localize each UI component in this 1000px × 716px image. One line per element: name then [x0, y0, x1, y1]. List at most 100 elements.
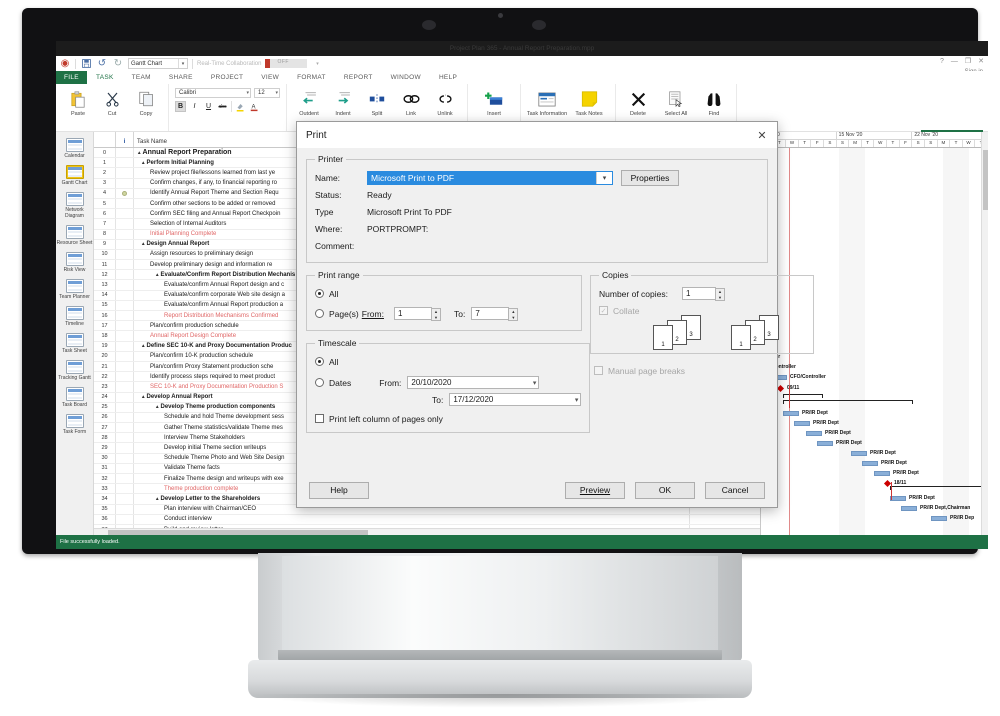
gantt-task-bar[interactable]	[817, 441, 833, 446]
gantt-task-bar[interactable]	[931, 516, 947, 521]
row-indicator-cell[interactable]	[116, 433, 134, 443]
row-id-cell[interactable]: 8	[94, 229, 116, 239]
chevron-down-icon[interactable]: ▾	[533, 379, 537, 387]
paste-button[interactable]: Paste	[61, 86, 95, 118]
insert-button[interactable]: Insert ▾	[473, 86, 515, 126]
row-indicator-cell[interactable]	[116, 260, 134, 270]
row-indicator-cell[interactable]	[116, 219, 134, 229]
collapse-toggle-icon[interactable]: ▴	[142, 241, 145, 247]
row-id-cell[interactable]: 27	[94, 423, 116, 433]
print-range-all-row[interactable]: All	[315, 285, 573, 302]
radio-print-range-all[interactable]	[315, 289, 324, 298]
row-indicator-cell[interactable]	[116, 168, 134, 178]
chevron-down-icon[interactable]: ▾	[246, 90, 249, 96]
copies-number-spinner[interactable]: ▲ ▼	[714, 288, 725, 301]
close-button[interactable]: ✕	[978, 57, 984, 65]
row-id-cell[interactable]: 7	[94, 219, 116, 229]
tab-window[interactable]: WINDOW	[382, 71, 430, 84]
row-id-cell[interactable]: 29	[94, 443, 116, 453]
column-header-indicators[interactable]: i	[116, 132, 134, 147]
row-indicator-cell[interactable]	[116, 351, 134, 361]
row-id-cell[interactable]: 32	[94, 474, 116, 484]
row-indicator-cell[interactable]	[116, 514, 134, 524]
row-indicator-cell[interactable]	[116, 423, 134, 433]
row-id-cell[interactable]: 16	[94, 311, 116, 321]
row-id-cell[interactable]: 31	[94, 463, 116, 473]
row-id-cell[interactable]: 4	[94, 188, 116, 198]
copy-button[interactable]: Copy	[129, 86, 163, 118]
page-from-input[interactable]: 1 ▲ ▼	[393, 307, 441, 321]
cancel-button[interactable]: Cancel	[705, 481, 765, 499]
row-id-cell[interactable]: 3	[94, 178, 116, 188]
row-indicator-cell[interactable]	[116, 178, 134, 188]
row-indicator-cell[interactable]	[116, 280, 134, 290]
radio-print-range-pages[interactable]	[315, 309, 324, 318]
collapse-toggle-icon[interactable]: ▴	[142, 343, 145, 349]
row-id-cell[interactable]: 13	[94, 280, 116, 290]
collapse-toggle-icon[interactable]: ▴	[142, 160, 145, 166]
task-information-button[interactable]: Task Information	[526, 86, 568, 118]
row-indicator-cell[interactable]	[116, 382, 134, 392]
chevron-down-icon[interactable]: ▾	[275, 90, 278, 96]
row-indicator-cell[interactable]	[116, 321, 134, 331]
row-indicator-cell[interactable]	[116, 239, 134, 249]
qat-more-icon[interactable]: ▾	[311, 58, 323, 70]
row-id-cell[interactable]: 23	[94, 382, 116, 392]
italic-button[interactable]: I	[189, 101, 200, 112]
row-indicator-cell[interactable]	[116, 249, 134, 260]
row-indicator-cell[interactable]	[116, 372, 134, 382]
row-id-cell[interactable]: 26	[94, 412, 116, 423]
font-color-button[interactable]: A	[249, 101, 260, 112]
row-indicator-cell[interactable]	[116, 290, 134, 300]
row-id-cell[interactable]: 35	[94, 504, 116, 514]
row-id-cell[interactable]: 21	[94, 361, 116, 372]
find-button[interactable]: Find ▾	[697, 86, 731, 126]
sidebar-item-network-diagram[interactable]: Network Diagram	[57, 190, 93, 221]
printer-properties-button[interactable]: Properties	[621, 169, 679, 186]
row-indicator-cell[interactable]	[116, 453, 134, 463]
bold-button[interactable]: B	[175, 101, 186, 112]
row-indicator-cell[interactable]	[116, 341, 134, 351]
minimize-button[interactable]: —	[951, 58, 958, 65]
highlight-color-button[interactable]	[235, 101, 246, 112]
sidebar-item-task-sheet[interactable]: Task Sheet	[57, 331, 93, 356]
printer-name-combo[interactable]: Microsoft Print to PDF ▾	[367, 170, 613, 185]
restore-button[interactable]: ❐	[965, 57, 971, 65]
collapse-toggle-icon[interactable]: ▴	[142, 394, 145, 400]
chevron-down-icon[interactable]: ▾	[575, 396, 579, 404]
tab-format[interactable]: FORMAT	[288, 71, 335, 84]
ok-button[interactable]: OK	[635, 481, 695, 499]
row-indicator-cell[interactable]	[116, 494, 134, 504]
row-id-cell[interactable]: 6	[94, 209, 116, 219]
page-to-input[interactable]: 7 ▲ ▼	[471, 307, 519, 321]
row-id-cell[interactable]: 33	[94, 484, 116, 494]
collapse-toggle-icon[interactable]: ▴	[138, 150, 141, 156]
table-row[interactable]: 36 Conduct interview	[94, 514, 760, 525]
row-indicator-cell[interactable]	[116, 402, 134, 412]
row-indicator-cell[interactable]	[116, 229, 134, 239]
collapse-toggle-icon[interactable]: ▴	[156, 496, 159, 502]
left-column-row[interactable]: Print left column of pages only	[315, 410, 581, 427]
collaboration-toggle[interactable]: OFF	[265, 59, 308, 68]
row-id-cell[interactable]: 22	[94, 372, 116, 382]
row-id-cell[interactable]: 0	[94, 148, 116, 158]
checkbox-collate[interactable]: ✓	[599, 306, 608, 315]
help-button[interactable]: ?	[940, 58, 944, 65]
indent-button[interactable]: Indent	[326, 86, 360, 118]
row-indicator-cell[interactable]	[116, 484, 134, 494]
cut-button[interactable]: Cut	[95, 86, 129, 118]
grid-horizontal-scrollbar[interactable]	[94, 528, 760, 535]
row-indicator-cell[interactable]	[116, 311, 134, 321]
chevron-down-icon[interactable]: ▾	[178, 59, 187, 68]
tab-project[interactable]: PROJECT	[202, 71, 252, 84]
tab-team[interactable]: TEAM	[123, 71, 160, 84]
gantt-task-bar[interactable]	[862, 461, 878, 466]
timescale-from-input[interactable]: 20/10/2020 ▾	[407, 376, 540, 389]
tab-share[interactable]: SHARE	[160, 71, 202, 84]
font-family-combo[interactable]: Calibri ▾	[175, 88, 251, 98]
row-id-cell[interactable]: 20	[94, 351, 116, 361]
row-indicator-cell[interactable]	[116, 504, 134, 514]
column-header-id[interactable]	[94, 132, 116, 147]
delete-button[interactable]: Delete	[621, 86, 655, 118]
tab-view[interactable]: VIEW	[252, 71, 288, 84]
